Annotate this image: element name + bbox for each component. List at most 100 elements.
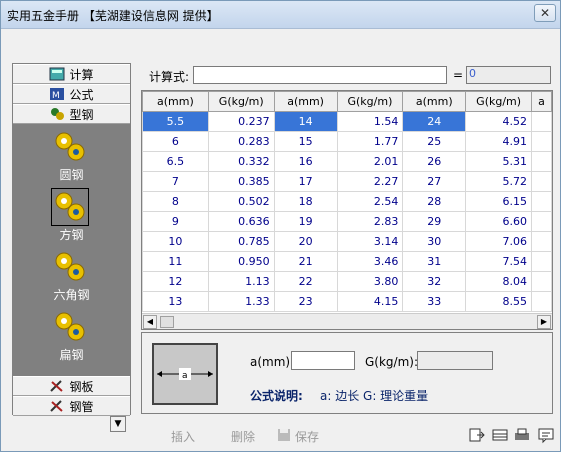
cell-overflow[interactable] bbox=[531, 271, 552, 292]
cell-weight[interactable]: 0.785 bbox=[207, 231, 275, 252]
cell-weight[interactable]: 5.72 bbox=[465, 171, 533, 192]
export-icon[interactable] bbox=[468, 426, 486, 444]
cell-weight[interactable]: 0.385 bbox=[207, 171, 275, 192]
cell-weight[interactable]: 2.54 bbox=[336, 191, 404, 212]
cell-weight[interactable]: 7.54 bbox=[465, 251, 533, 272]
table-row[interactable]: 9 0.636 19 2.83 29 6.60 bbox=[142, 211, 552, 232]
cell-side-length[interactable]: 15 bbox=[273, 131, 338, 152]
cell-weight[interactable]: 0.502 bbox=[207, 191, 275, 212]
cell-side-length[interactable]: 22 bbox=[273, 271, 338, 292]
cell-overflow[interactable] bbox=[531, 131, 552, 152]
cell-weight[interactable]: 0.237 bbox=[207, 111, 275, 132]
cell-weight[interactable]: 1.33 bbox=[207, 291, 275, 312]
cell-side-length[interactable]: 14 bbox=[273, 111, 338, 132]
cell-side-length[interactable]: 27 bbox=[402, 171, 467, 192]
cell-side-length[interactable]: 23 bbox=[273, 291, 338, 312]
cell-weight[interactable]: 4.91 bbox=[465, 131, 533, 152]
cell-side-length[interactable]: 32 bbox=[402, 271, 467, 292]
print-icon[interactable] bbox=[513, 426, 531, 444]
table-row[interactable]: 13 1.33 23 4.15 33 8.55 bbox=[142, 291, 552, 312]
column-header[interactable]: a(mm) bbox=[402, 91, 467, 112]
table-row[interactable]: 7 0.385 17 2.27 27 5.72 bbox=[142, 171, 552, 192]
cell-side-length[interactable]: 10 bbox=[142, 231, 209, 252]
table-row[interactable]: 5.5 0.237 14 1.54 24 4.52 bbox=[142, 111, 552, 132]
table-row[interactable]: 12 1.13 22 3.80 32 8.04 bbox=[142, 271, 552, 292]
column-header[interactable]: a bbox=[531, 91, 552, 112]
cell-side-length[interactable]: 31 bbox=[402, 251, 467, 272]
table-icon[interactable] bbox=[491, 426, 509, 444]
cell-side-length[interactable]: 11 bbox=[142, 251, 209, 272]
column-header[interactable]: G(kg/m) bbox=[207, 91, 275, 112]
a-input[interactable] bbox=[291, 351, 355, 370]
cell-side-length[interactable]: 9 bbox=[142, 211, 209, 232]
cell-weight[interactable]: 4.52 bbox=[465, 111, 533, 132]
cell-weight[interactable]: 3.46 bbox=[336, 251, 404, 272]
cell-overflow[interactable] bbox=[531, 291, 552, 312]
scroll-thumb[interactable] bbox=[160, 316, 174, 328]
save-button[interactable]: 保存 bbox=[295, 428, 319, 445]
cell-overflow[interactable] bbox=[531, 231, 552, 252]
cell-side-length[interactable]: 19 bbox=[273, 211, 338, 232]
cell-side-length[interactable]: 7 bbox=[142, 171, 209, 192]
column-header[interactable]: G(kg/m) bbox=[465, 91, 533, 112]
cell-side-length[interactable]: 6.5 bbox=[142, 151, 209, 172]
insert-button[interactable]: 插入 bbox=[171, 428, 195, 445]
table-row[interactable]: 8 0.502 18 2.54 28 6.15 bbox=[142, 191, 552, 212]
cell-weight[interactable]: 6.60 bbox=[465, 211, 533, 232]
delete-button[interactable]: 删除 bbox=[231, 428, 255, 445]
title-bar[interactable]: 实用五金手册 【芜湖建设信息网 提供】 ✕ bbox=[1, 1, 560, 29]
cell-side-length[interactable]: 30 bbox=[402, 231, 467, 252]
close-button[interactable]: ✕ bbox=[534, 4, 556, 22]
cell-weight[interactable]: 0.283 bbox=[207, 131, 275, 152]
cell-weight[interactable]: 8.55 bbox=[465, 291, 533, 312]
column-header[interactable]: a(mm) bbox=[142, 91, 209, 112]
cell-weight[interactable]: 0.332 bbox=[207, 151, 275, 172]
cell-weight[interactable]: 2.01 bbox=[336, 151, 404, 172]
weight-table[interactable]: a(mm) G(kg/m) a(mm) G(kg/m) a(mm) G(kg/m… bbox=[141, 90, 553, 330]
nav-steel-plate-button[interactable]: 钢板 bbox=[13, 376, 130, 396]
cell-side-length[interactable]: 13 bbox=[142, 291, 209, 312]
cell-overflow[interactable] bbox=[531, 251, 552, 272]
table-row[interactable]: 6.5 0.332 16 2.01 26 5.31 bbox=[142, 151, 552, 172]
shape-square-steel[interactable]: 方钢 bbox=[13, 184, 130, 244]
shape-flat-steel[interactable]: 扁钢 bbox=[13, 304, 130, 364]
cell-overflow[interactable] bbox=[531, 151, 552, 172]
cell-weight[interactable]: 3.14 bbox=[336, 231, 404, 252]
scroll-left-icon[interactable]: ◀ bbox=[143, 315, 157, 329]
cell-side-length[interactable]: 20 bbox=[273, 231, 338, 252]
cell-overflow[interactable] bbox=[531, 111, 552, 132]
cell-weight[interactable]: 5.31 bbox=[465, 151, 533, 172]
cell-side-length[interactable]: 18 bbox=[273, 191, 338, 212]
formula-input[interactable] bbox=[193, 66, 447, 84]
cell-weight[interactable]: 3.80 bbox=[336, 271, 404, 292]
nav-formula-button[interactable]: M 公式 bbox=[13, 84, 130, 104]
table-row[interactable]: 6 0.283 15 1.77 25 4.91 bbox=[142, 131, 552, 152]
cell-side-length[interactable]: 6 bbox=[142, 131, 209, 152]
cell-weight[interactable]: 1.13 bbox=[207, 271, 275, 292]
message-icon[interactable] bbox=[537, 426, 555, 444]
cell-side-length[interactable]: 29 bbox=[402, 211, 467, 232]
cell-side-length[interactable]: 8 bbox=[142, 191, 209, 212]
cell-weight[interactable]: 0.950 bbox=[207, 251, 275, 272]
cell-side-length[interactable]: 33 bbox=[402, 291, 467, 312]
cell-overflow[interactable] bbox=[531, 211, 552, 232]
cell-weight[interactable]: 8.04 bbox=[465, 271, 533, 292]
cell-weight[interactable]: 1.54 bbox=[336, 111, 404, 132]
cell-side-length[interactable]: 21 bbox=[273, 251, 338, 272]
scroll-right-icon[interactable]: ▶ bbox=[537, 315, 551, 329]
cell-overflow[interactable] bbox=[531, 191, 552, 212]
cell-side-length[interactable]: 16 bbox=[273, 151, 338, 172]
cell-weight[interactable]: 1.77 bbox=[336, 131, 404, 152]
nav-calc-button[interactable]: 计算 bbox=[13, 64, 130, 84]
cell-weight[interactable]: 0.636 bbox=[207, 211, 275, 232]
cell-side-length[interactable]: 25 bbox=[402, 131, 467, 152]
cell-side-length[interactable]: 26 bbox=[402, 151, 467, 172]
column-header[interactable]: G(kg/m) bbox=[336, 91, 404, 112]
cell-overflow[interactable] bbox=[531, 171, 552, 192]
shape-round-steel[interactable]: 圆钢 bbox=[13, 124, 130, 184]
cell-weight[interactable]: 2.83 bbox=[336, 211, 404, 232]
cell-side-length[interactable]: 28 bbox=[402, 191, 467, 212]
cell-side-length[interactable]: 5.5 bbox=[142, 111, 209, 132]
column-header[interactable]: a(mm) bbox=[273, 91, 338, 112]
table-horizontal-scrollbar[interactable]: ◀ ▶ bbox=[142, 313, 552, 329]
